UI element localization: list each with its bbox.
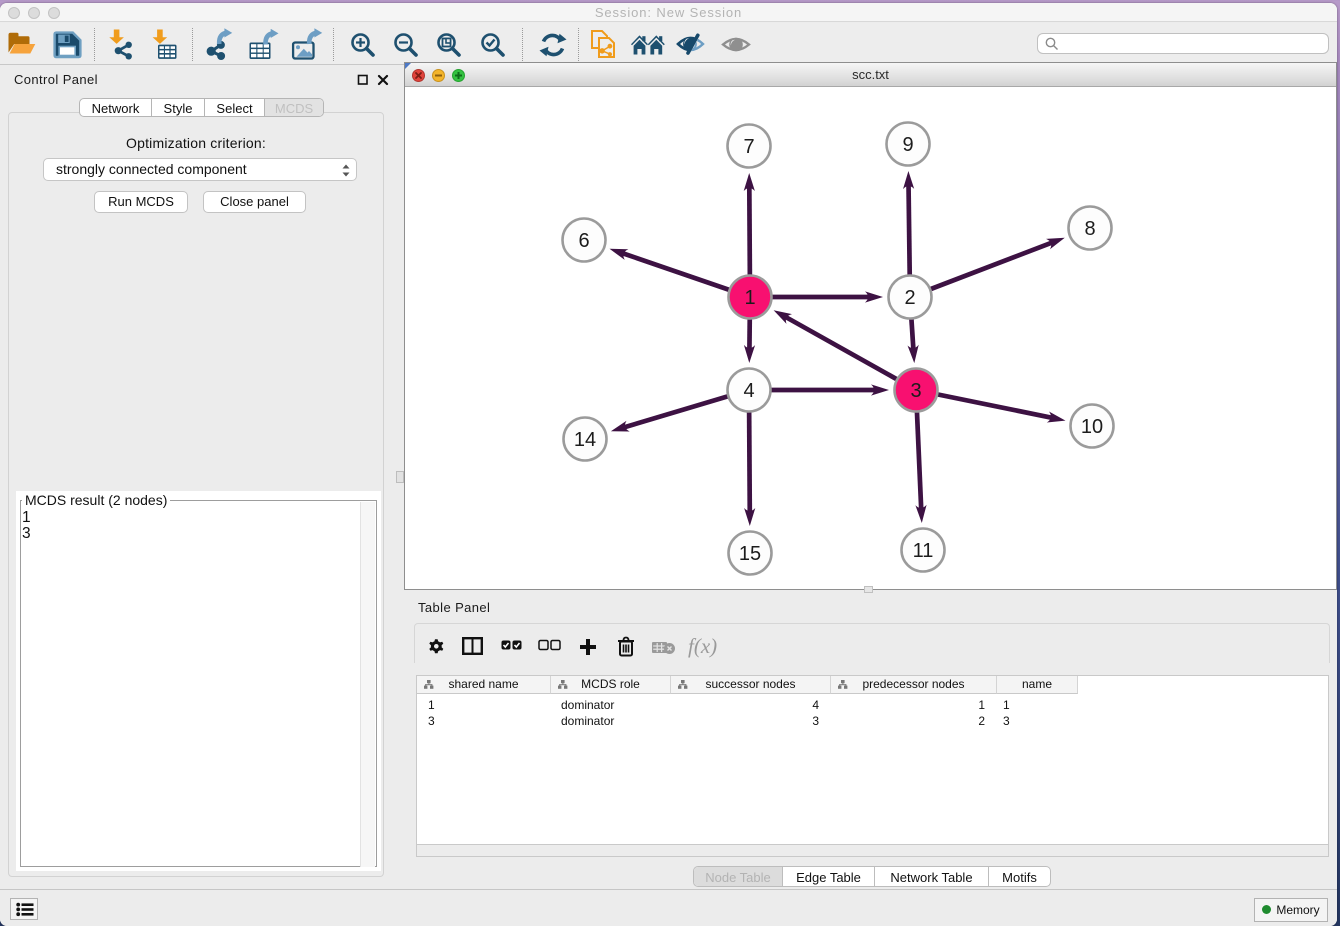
svg-text:4: 4	[743, 380, 754, 402]
svg-text:9: 9	[902, 134, 913, 156]
svg-text:15: 15	[739, 543, 761, 565]
svg-text:8: 8	[1084, 218, 1095, 240]
svg-text:11: 11	[913, 540, 934, 562]
svg-text:3: 3	[910, 380, 921, 402]
svg-text:10: 10	[1081, 416, 1103, 438]
svg-text:6: 6	[578, 230, 589, 252]
svg-text:14: 14	[574, 429, 596, 451]
svg-text:2: 2	[904, 287, 915, 309]
svg-text:1: 1	[744, 287, 755, 309]
svg-text:7: 7	[743, 136, 754, 158]
